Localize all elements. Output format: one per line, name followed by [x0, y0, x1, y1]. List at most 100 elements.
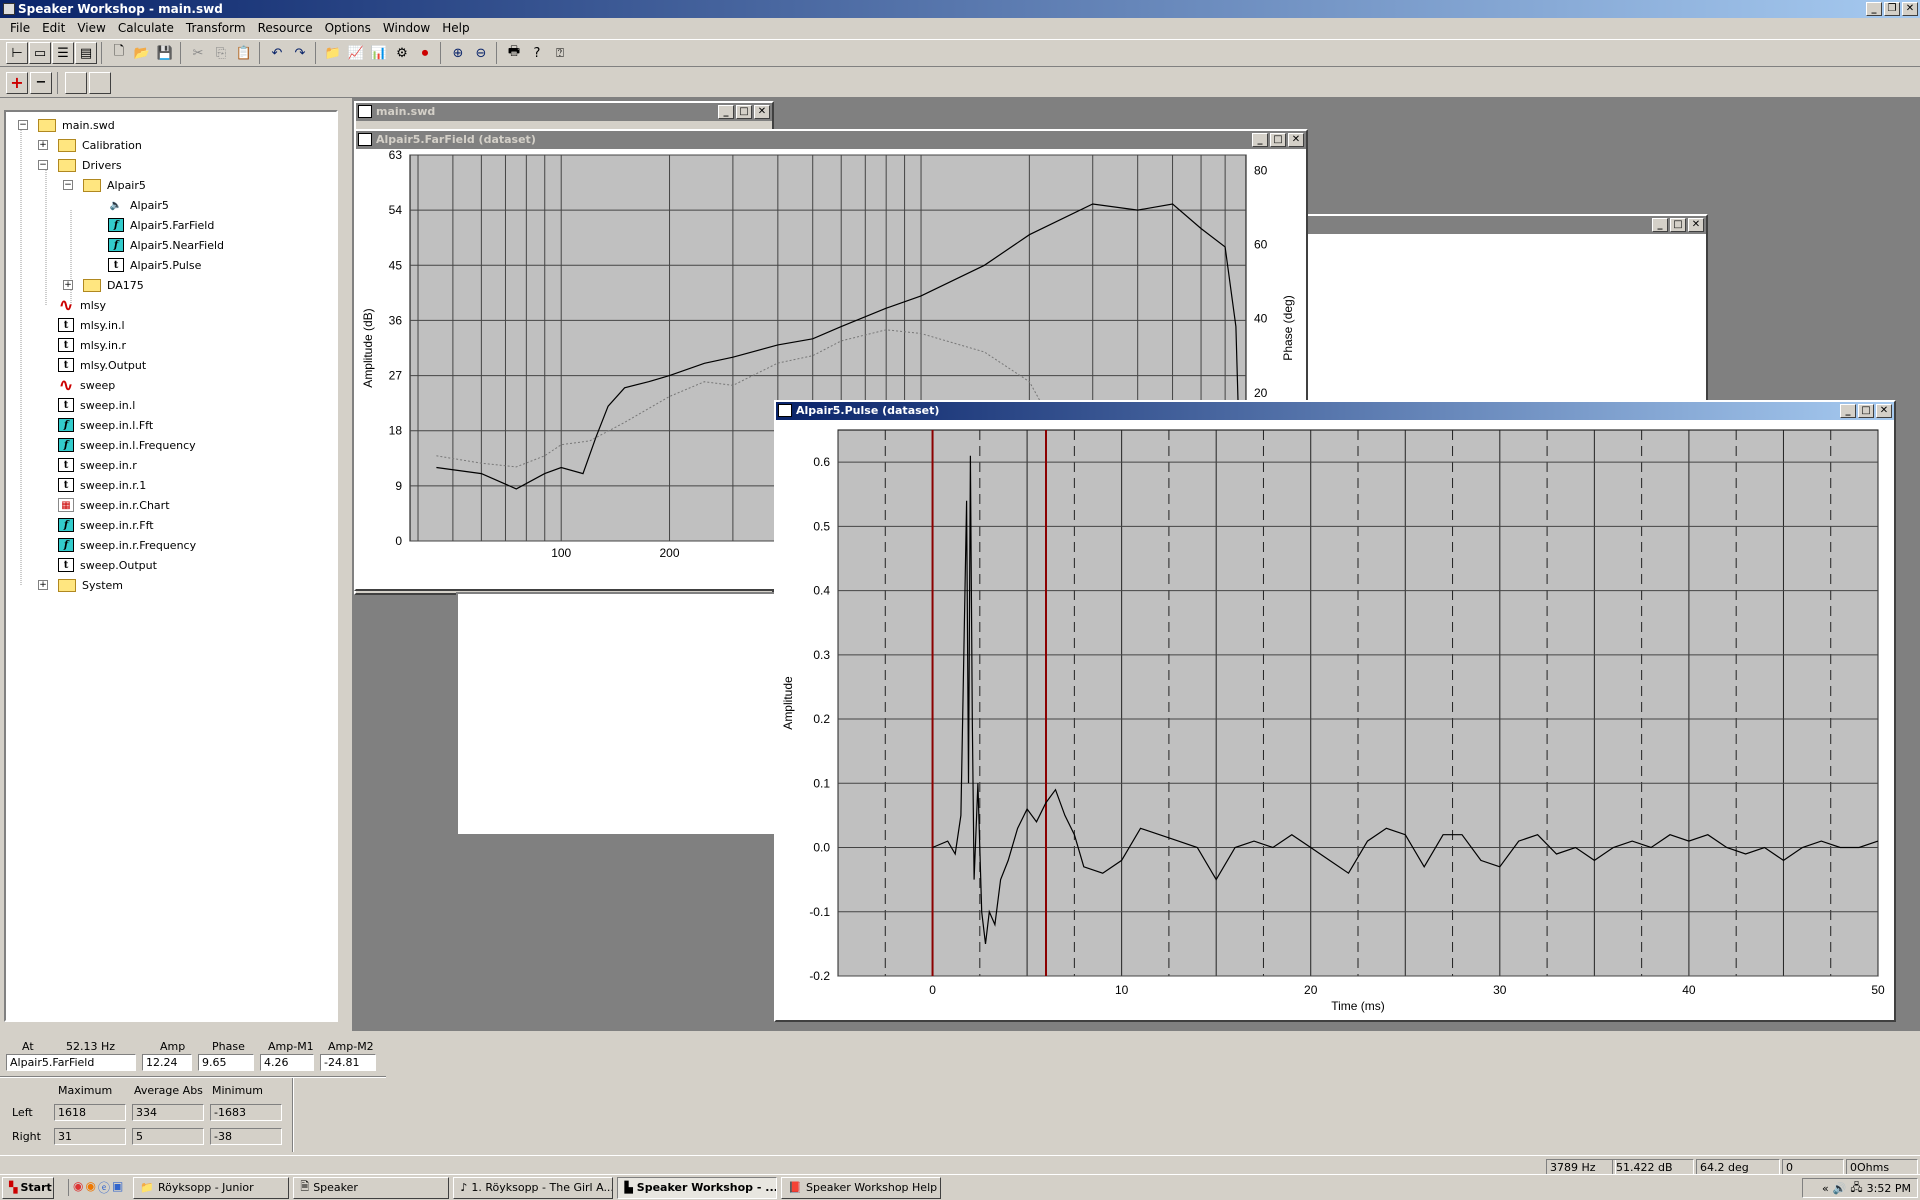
tree-root[interactable]: main.swd — [38, 116, 115, 134]
minimize-button[interactable]: _ — [1866, 2, 1882, 16]
menu-resource[interactable]: Resource — [252, 21, 319, 35]
menu-file[interactable]: File — [4, 21, 36, 35]
farfield-titlebar[interactable]: Alpair5.FarField (dataset) _ □ ✕ — [356, 131, 1306, 149]
undo-icon[interactable]: ↶ — [266, 42, 288, 64]
open-folder-icon[interactable]: 📂 — [131, 42, 153, 64]
tree-item[interactable]: f sweep.in.l.Fft — [58, 416, 153, 434]
tree-item[interactable]: f sweep.in.l.Frequency — [58, 436, 196, 454]
print-icon[interactable]: 🖶 — [503, 42, 525, 64]
add-icon[interactable]: + — [6, 71, 28, 94]
start-button[interactable]: ▚ Start — [2, 1176, 54, 1199]
list-view-icon[interactable]: ☰ — [52, 42, 74, 64]
dataset-field[interactable]: Alpair5.FarField — [6, 1054, 136, 1071]
menu-edit[interactable]: Edit — [36, 21, 71, 35]
tree-item[interactable]: DA175 — [83, 276, 144, 294]
background-window[interactable]: _ □ ✕ — [1300, 214, 1708, 414]
tree-item[interactable]: ∿ sweep — [58, 375, 115, 396]
volume-icon[interactable]: 🔊 — [1833, 1182, 1847, 1195]
tree-item[interactable]: t sweep.Output — [58, 556, 157, 574]
tree-item[interactable]: t Alpair5.Pulse — [108, 256, 201, 274]
cut-icon[interactable]: ✂ — [187, 42, 209, 64]
main-swd-titlebar[interactable]: main.swd _ □ ✕ — [356, 103, 772, 121]
expand-icon[interactable]: + — [63, 280, 73, 290]
tree-item[interactable]: f sweep.in.r.Fft — [58, 516, 154, 534]
task-royksopp-girl[interactable]: ♪ 1. Röyksopp - The Girl A... — [453, 1176, 614, 1199]
details-view-icon[interactable]: ▤ — [75, 42, 97, 64]
chrome-icon[interactable]: ◉ — [73, 1179, 83, 1196]
task-speaker[interactable]: 🗎 Speaker — [293, 1176, 450, 1199]
tree-item[interactable]: 🔈 Alpair5 — [108, 196, 169, 214]
blank-button-1[interactable] — [65, 71, 87, 94]
pulse-close-button[interactable]: ✕ — [1876, 404, 1892, 418]
graph-icon[interactable]: 📊 — [368, 42, 390, 64]
save-icon[interactable]: 💾 — [154, 42, 176, 64]
bg-maximize-button[interactable]: □ — [1670, 218, 1686, 232]
tree-item[interactable]: t mlsy.in.l — [58, 316, 125, 334]
collapse-icon[interactable]: − — [18, 120, 28, 130]
measure-icon[interactable]: ⚙ — [391, 42, 413, 64]
tree-view-icon[interactable]: ⊢ — [6, 42, 28, 64]
clock[interactable]: 3:52 PM — [1867, 1182, 1911, 1195]
tree-item[interactable]: Calibration — [58, 136, 142, 154]
collapse-icon[interactable]: − — [38, 160, 48, 170]
menu-view[interactable]: View — [71, 21, 111, 35]
bg-minimize-button[interactable]: _ — [1652, 218, 1668, 232]
record-icon[interactable]: ⏺ — [414, 42, 436, 64]
collapse-icon[interactable]: − — [63, 180, 73, 190]
redo-icon[interactable]: ↷ — [289, 42, 311, 64]
main-close-button[interactable]: ✕ — [754, 105, 770, 119]
tree-item[interactable]: f sweep.in.r.Frequency — [58, 536, 196, 554]
copy-icon[interactable]: ⎘ — [210, 42, 232, 64]
tree-item[interactable]: f Alpair5.FarField — [108, 216, 214, 234]
pulse-chart[interactable]: -0.2 -0.1 0.0 0.1 0.2 0.3 0.4 0.5 0.6 0 10 20 30 40 50… — [776, 420, 1894, 1020]
paste-icon[interactable]: 📋 — [233, 42, 255, 64]
splitter[interactable] — [340, 100, 352, 1030]
task-speaker-workshop-help[interactable]: 📕 Speaker Workshop Help — [781, 1176, 942, 1199]
tree-item[interactable]: Alpair5 — [83, 176, 146, 194]
task-royksopp-junior[interactable]: 📁 Röyksopp - Junior — [133, 1176, 290, 1199]
zoom-in-icon[interactable]: ⊕ — [447, 42, 469, 64]
blank-button-2[interactable] — [89, 71, 111, 94]
tree-item[interactable]: t mlsy.Output — [58, 356, 146, 374]
expand-icon[interactable]: + — [38, 140, 48, 150]
menu-transform[interactable]: Transform — [180, 21, 252, 35]
task-speaker-workshop[interactable]: ▙ Speaker Workshop - ... — [617, 1176, 778, 1199]
main-minimize-button[interactable]: _ — [718, 105, 734, 119]
network-icon[interactable]: 🖧 — [1850, 1179, 1862, 1198]
menu-options[interactable]: Options — [319, 21, 377, 35]
menu-window[interactable]: Window — [377, 21, 436, 35]
remove-icon[interactable]: − — [30, 71, 52, 94]
restore-button[interactable]: ❐ — [1884, 2, 1900, 16]
tree-item[interactable]: t mlsy.in.r — [58, 336, 126, 354]
tree-item[interactable]: t sweep.in.l — [58, 396, 135, 414]
zoom-out-icon[interactable]: ⊖ — [470, 42, 492, 64]
main-maximize-button[interactable]: □ — [736, 105, 752, 119]
menu-help[interactable]: Help — [436, 21, 475, 35]
menu-calculate[interactable]: Calculate — [112, 21, 180, 35]
new-file-icon[interactable]: 🗋 — [108, 42, 130, 64]
tree-item[interactable]: ∿ mlsy — [58, 295, 106, 316]
expand-icon[interactable]: + — [38, 580, 48, 590]
farfield-maximize-button[interactable]: □ — [1270, 133, 1286, 147]
pulse-titlebar[interactable]: Alpair5.Pulse (dataset) _ □ ✕ — [776, 402, 1894, 420]
show-desktop-icon[interactable]: ▣ — [112, 1179, 123, 1196]
tree-item[interactable]: System — [58, 576, 123, 594]
tree-item[interactable]: f Alpair5.NearField — [108, 236, 224, 254]
tree-item[interactable]: t sweep.in.r — [58, 456, 137, 474]
chart-icon[interactable]: 📈 — [345, 42, 367, 64]
large-icons-icon[interactable]: ▭ — [29, 42, 51, 64]
tree-item[interactable]: ▦ sweep.in.r.Chart — [58, 496, 170, 514]
tree-item[interactable]: t sweep.in.r.1 — [58, 476, 146, 494]
ie-icon[interactable]: ⓔ — [98, 1179, 110, 1196]
context-help-icon[interactable]: ⍰ — [549, 42, 571, 64]
pulse-maximize-button[interactable]: □ — [1858, 404, 1874, 418]
open-dataset-icon[interactable]: 📁 — [322, 42, 344, 64]
farfield-minimize-button[interactable]: _ — [1252, 133, 1268, 147]
tray-expand-icon[interactable]: « — [1822, 1182, 1829, 1195]
bg-close-button[interactable]: ✕ — [1688, 218, 1704, 232]
help-icon[interactable]: ? — [526, 42, 548, 64]
farfield-close-button[interactable]: ✕ — [1288, 133, 1304, 147]
pulse-minimize-button[interactable]: _ — [1840, 404, 1856, 418]
tree-item[interactable]: Drivers — [58, 156, 122, 174]
firefox-icon[interactable]: ◉ — [85, 1179, 95, 1196]
